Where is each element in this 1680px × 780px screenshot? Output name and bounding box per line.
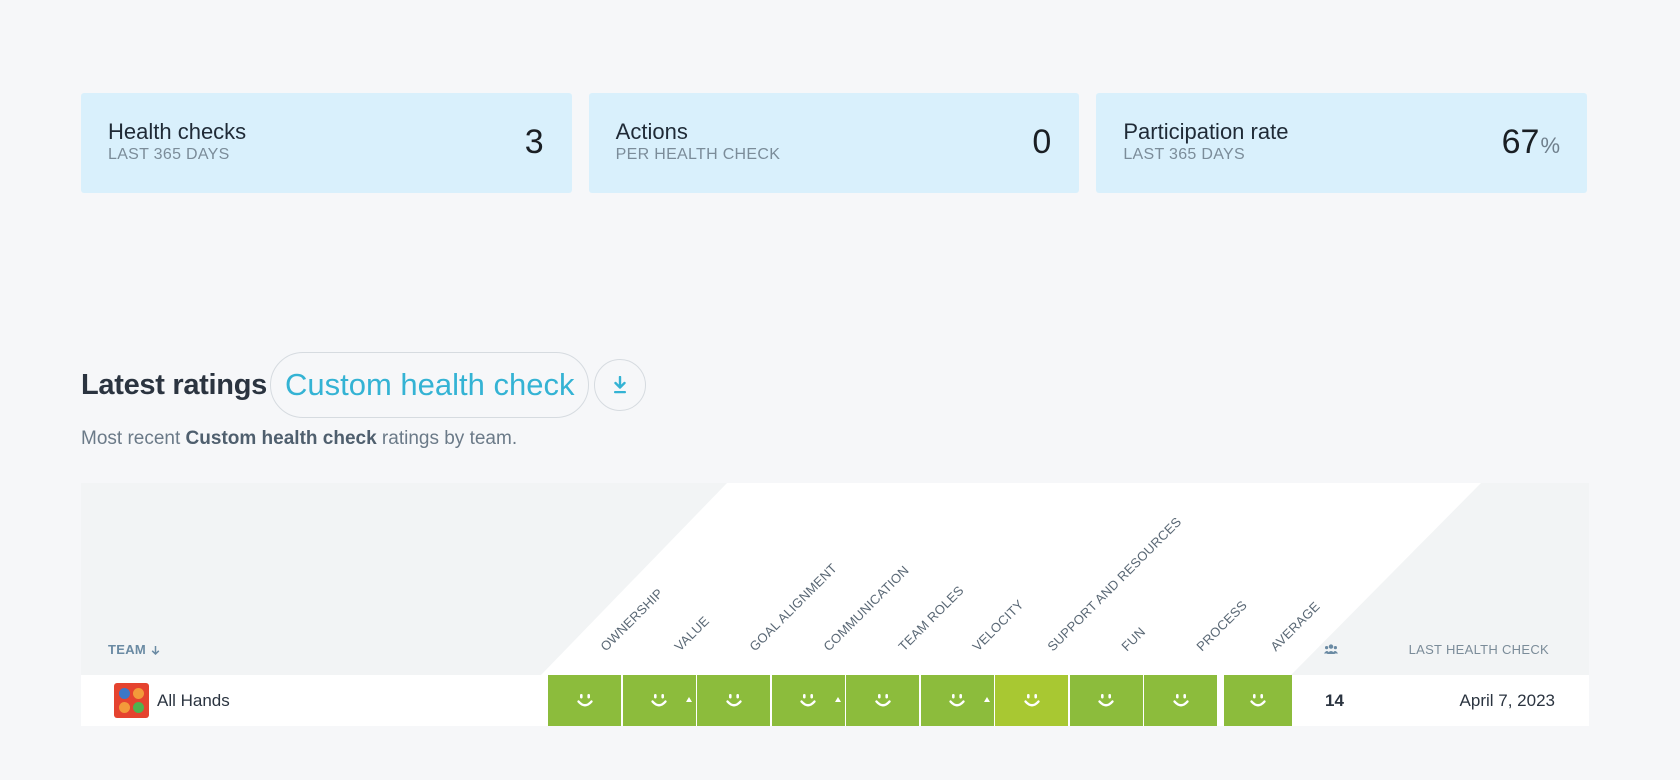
team-name[interactable]: All Hands: [157, 691, 230, 711]
stat-card-health-checks: Health checks LAST 365 DAYS 3: [81, 93, 572, 193]
participant-count: 14: [1325, 691, 1344, 710]
column-header-team-roles: TEAM ROLES: [895, 582, 967, 654]
rating-cell[interactable]: [622, 675, 696, 726]
stat-subtitle: LAST 365 DAYS: [1123, 146, 1245, 163]
column-header-average: AVERAGE: [1267, 598, 1323, 654]
ratings-header: Latest ratings Custom health check: [81, 352, 647, 418]
smile-icon: [725, 693, 742, 706]
stat-card-participation-rate: Participation rate LAST 365 DAYS 67%: [1096, 93, 1588, 193]
health-check-select[interactable]: Custom health check: [269, 352, 590, 418]
stat-value: 67%: [1501, 123, 1561, 161]
rating-cell[interactable]: [771, 675, 845, 726]
arrow-down-icon: [151, 646, 160, 656]
team-cell[interactable]: All Hands: [114, 675, 230, 726]
smile-icon: [949, 693, 965, 706]
stat-value: 3: [524, 123, 544, 161]
stat-title: Health checks: [108, 119, 247, 144]
column-header-fun: FUN: [1118, 624, 1149, 654]
rating-cell[interactable]: [1069, 675, 1143, 726]
average-rating-cell[interactable]: [1224, 675, 1292, 726]
column-header-value: VALUE: [671, 613, 713, 654]
column-header-goal-alignment: GOAL ALIGNMENT: [746, 560, 840, 654]
smile-icon: [1098, 693, 1114, 706]
ratings-description: Most recent Custom health check ratings …: [81, 428, 518, 449]
smile-icon: [576, 693, 593, 706]
column-header-support-and-resources: SUPPORT AND RESOURCES: [1044, 514, 1185, 654]
column-header-process: PROCESS: [1193, 597, 1250, 654]
column-header-ownership: OWNERSHIP: [597, 585, 666, 654]
column-header-team[interactable]: TEAM: [108, 642, 160, 657]
stat-card-actions: Actions PER HEALTH CHECK 0: [588, 93, 1080, 193]
column-header-last-health-check[interactable]: LAST HEALTH CHECK: [1409, 642, 1549, 657]
section-title: Latest ratings: [81, 368, 267, 401]
stat-subtitle: PER HEALTH CHECK: [615, 146, 781, 163]
rating-cell[interactable]: [920, 675, 994, 726]
stat-title: Actions: [615, 119, 688, 144]
column-header-communication: COMMUNICATION: [820, 562, 912, 654]
table-row[interactable]: All Hands 14 April 7, 2023: [81, 675, 1589, 726]
column-header-velocity: VELOCITY: [969, 596, 1027, 654]
ratings-table: TEAM OWNERSHIP VALUE GOAL ALIGNMENT COMM…: [81, 483, 1589, 726]
stat-value: 0: [1032, 123, 1052, 161]
stat-title: Participation rate: [1123, 119, 1289, 144]
smile-icon: [800, 693, 816, 706]
trend-up-icon: [685, 697, 692, 702]
last-health-check-date: April 7, 2023: [1459, 691, 1555, 710]
rating-cell[interactable]: [548, 675, 621, 726]
smile-icon: [651, 693, 667, 706]
smile-icon: [1023, 693, 1040, 706]
rating-cell[interactable]: [846, 675, 919, 726]
rating-cell[interactable]: [1144, 675, 1217, 726]
smile-icon: [1250, 693, 1266, 706]
stats-row: Health checks LAST 365 DAYS 3 Actions PE…: [81, 93, 1588, 193]
download-icon: [614, 376, 627, 394]
rating-cell[interactable]: [697, 675, 770, 726]
people-icon: [1324, 644, 1338, 654]
stat-subtitle: LAST 365 DAYS: [108, 146, 230, 163]
rating-cell[interactable]: [995, 675, 1068, 726]
trend-up-icon: [983, 697, 990, 702]
smile-icon: [874, 693, 891, 706]
smile-icon: [1172, 693, 1189, 706]
download-button[interactable]: [594, 359, 647, 411]
trend-up-icon: [834, 697, 841, 702]
team-avatar-icon: [114, 683, 149, 718]
